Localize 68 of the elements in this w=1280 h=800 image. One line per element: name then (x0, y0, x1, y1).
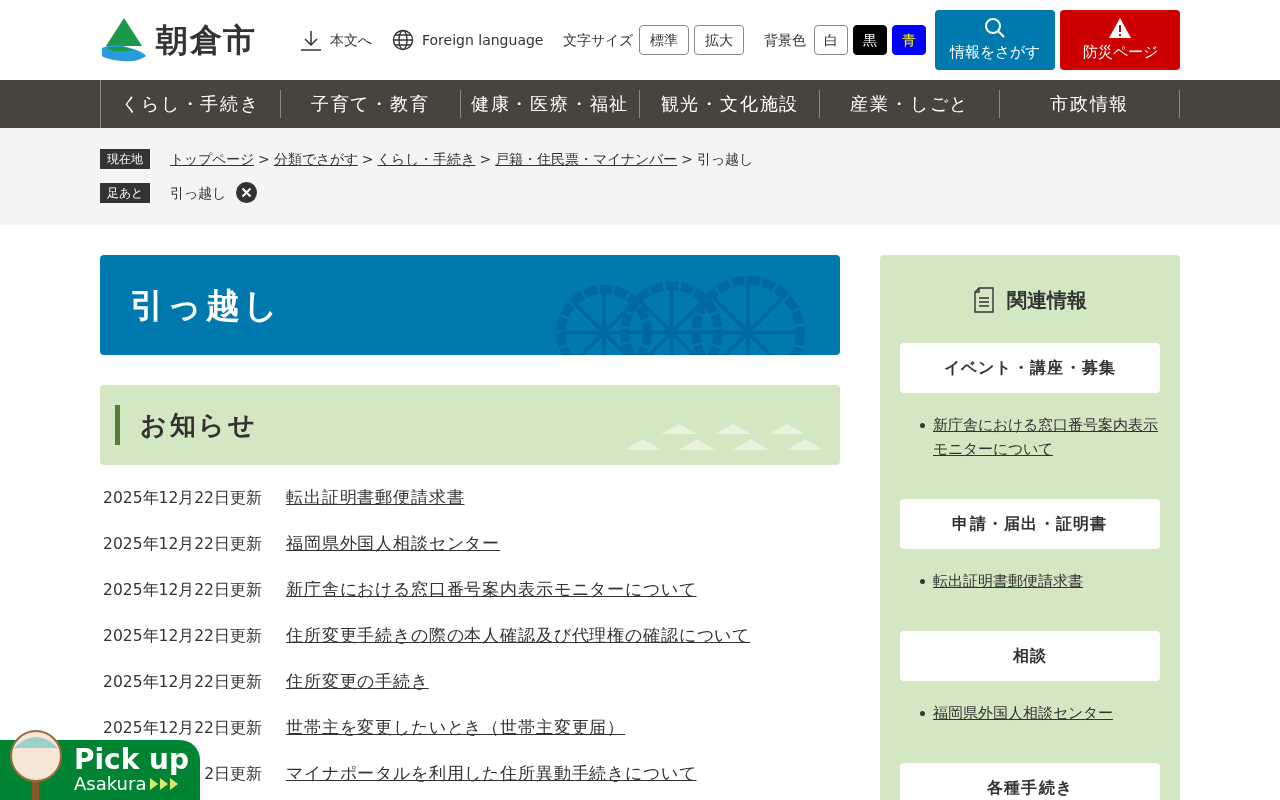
nav-item[interactable]: 産業・しごと (820, 90, 1001, 118)
bg-color-button[interactable]: 白 (814, 25, 849, 55)
notice-link[interactable]: 住所変更の手続き (286, 669, 429, 695)
footprint-label: 足あと (100, 182, 150, 203)
bg-color-button[interactable]: 青 (892, 25, 927, 55)
update-date: 2025年12月22日更新 (103, 488, 262, 508)
triple-arrow-icon (150, 778, 179, 790)
notice-link[interactable]: 福岡県外国人相談センター (286, 531, 501, 557)
update-date: 2025年12月22日更新 (103, 534, 262, 554)
footprint-link[interactable]: 引っ越し (170, 182, 226, 203)
update-date: 2025年12月22日更新 (103, 672, 262, 692)
related-link[interactable]: 新庁舎における窓口番号案内表示モニターについて (933, 413, 1160, 461)
close-icon[interactable] (236, 182, 257, 203)
related-link[interactable]: 転出証明書郵便請求書 (933, 569, 1083, 593)
notice-link[interactable]: 転出証明書郵便請求書 (286, 485, 465, 511)
nav-item[interactable]: くらし・手続き (101, 90, 281, 118)
foreign-language-link[interactable]: Foreign language (392, 29, 544, 51)
search-button[interactable]: 情報をさがす (935, 10, 1055, 70)
breadcrumb-link[interactable]: くらし・手続き (377, 149, 476, 169)
breadcrumb-link[interactable]: 分類でさがす (273, 149, 358, 169)
related-section-heading: 各種手続き (900, 763, 1160, 800)
notice-link[interactable]: 住所変更手続きの際の本人確認及び代理権の確認について (286, 623, 751, 649)
document-icon (973, 287, 995, 313)
font-size-button[interactable]: 拡大 (694, 25, 745, 55)
download-icon (300, 29, 322, 51)
nav-item[interactable]: 市政情報 (1000, 90, 1180, 118)
related-section-heading: 申請・届出・証明書 (900, 499, 1160, 549)
warning-icon (1108, 16, 1132, 39)
font-size-button[interactable]: 標準 (639, 25, 690, 55)
breadcrumb-link[interactable]: 戸籍・住民票・マイナンバー (495, 149, 678, 169)
search-icon (984, 16, 1006, 39)
breadcrumb-separator: > (681, 150, 693, 169)
related-link[interactable]: 福岡県外国人相談センター (933, 701, 1113, 725)
bg-color-label: 背景色 (764, 31, 807, 50)
notice-link[interactable]: 世帯主を変更したいとき（世帯主変更届） (286, 715, 626, 741)
skip-link[interactable]: 本文へ (300, 29, 372, 51)
breadcrumb-current: 引っ越し (696, 150, 753, 169)
nav-item[interactable]: 観光・文化施設 (640, 90, 821, 118)
breadcrumb-link[interactable]: トップページ (170, 149, 254, 169)
font-size-label: 文字サイズ (563, 31, 634, 50)
bullet-icon (920, 423, 925, 428)
logo-icon (100, 18, 148, 62)
breadcrumb-separator: > (258, 150, 270, 169)
bg-color-button[interactable]: 黒 (853, 25, 888, 55)
mascot-drawing (8, 728, 64, 800)
bullet-icon (920, 711, 925, 716)
notice-heading: お知らせ (140, 408, 258, 442)
bullet-icon (920, 579, 925, 584)
disaster-button[interactable]: 防災ページ (1060, 10, 1180, 70)
heading-accent-bar (115, 405, 120, 445)
update-date: 2025年12月22日更新 (103, 626, 262, 646)
pickup-subtitle: Asakura (74, 774, 147, 794)
breadcrumb-separator: > (361, 150, 374, 169)
nav-item[interactable]: 子育て・教育 (280, 90, 461, 118)
related-section-heading: イベント・講座・募集 (900, 343, 1160, 393)
notice-link[interactable]: 新庁舎における窓口番号案内表示モニターについて (286, 577, 697, 603)
notice-link[interactable]: マイナポータルを利用した住所異動手続きについて (286, 761, 697, 787)
nav-item[interactable]: 健康・医療・福祉 (460, 90, 641, 118)
page-title: 引っ越し (130, 283, 282, 327)
globe-icon (392, 29, 414, 51)
update-date: 2日更新 (204, 764, 262, 784)
breadcrumb-separator: > (479, 150, 492, 169)
related-section-heading: 相談 (900, 631, 1160, 681)
related-heading: 関連情報 (1007, 287, 1087, 314)
current-location-label: 現在地 (100, 149, 150, 169)
pickup-title: Pick up (74, 746, 190, 774)
site-name[interactable]: 朝倉市 (156, 16, 257, 64)
update-date: 2025年12月22日更新 (103, 580, 262, 600)
